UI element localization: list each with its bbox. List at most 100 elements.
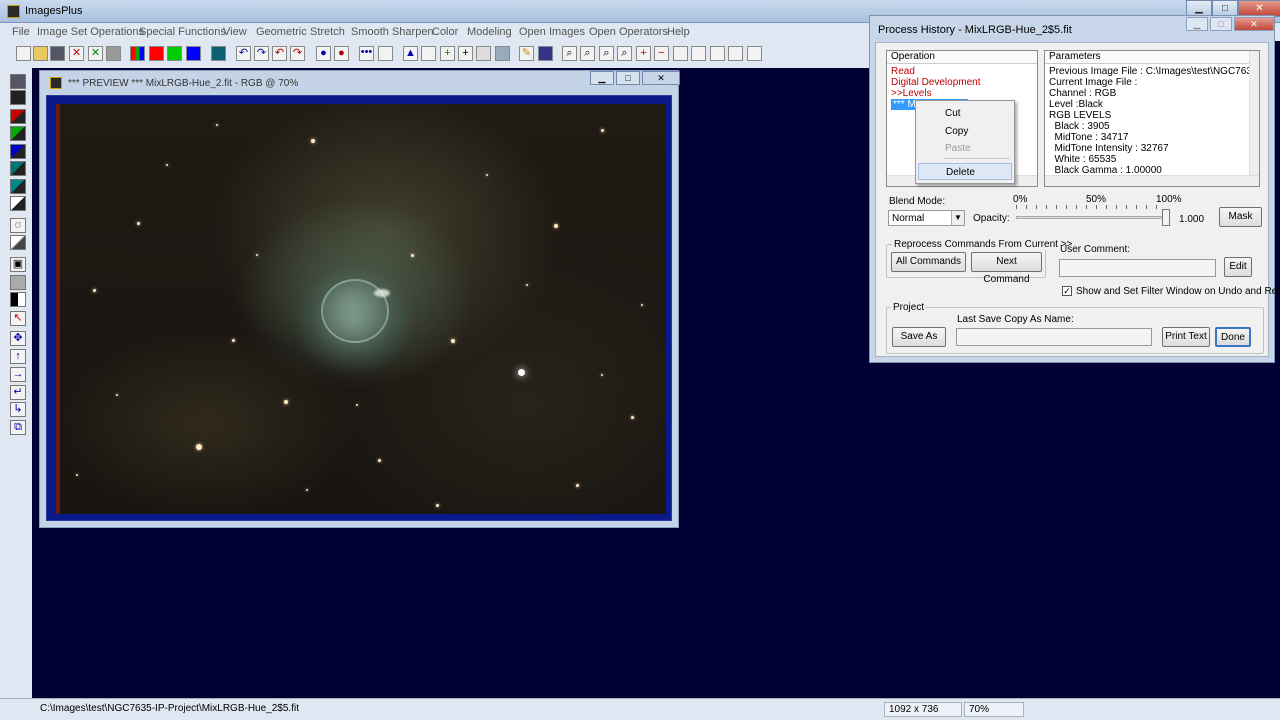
blend-mode-select[interactable]: Normal ▼ (888, 210, 965, 226)
teal-layer-icon[interactable] (10, 179, 26, 194)
done-button[interactable]: Done (1215, 327, 1251, 347)
dots-icon[interactable]: ••• (359, 46, 374, 61)
maximize-icon[interactable]: □ (616, 71, 640, 85)
operation-levels[interactable]: >>Levels (891, 88, 932, 99)
crosshair-icon[interactable]: + (458, 46, 473, 61)
star-mask-icon[interactable]: ● (316, 46, 331, 61)
cursor-icon[interactable]: ↖ (10, 311, 26, 326)
last-save-name-field[interactable] (956, 328, 1152, 346)
show-filter-checkbox[interactable]: ✓ (1062, 286, 1072, 296)
menu-stretch[interactable]: Stretch (310, 26, 345, 38)
cyan-layer-icon[interactable] (10, 161, 26, 176)
plus-icon[interactable]: + (440, 46, 455, 61)
menu-help[interactable]: Help (667, 26, 690, 38)
black-point-icon[interactable] (10, 90, 26, 105)
window-3-icon[interactable] (710, 46, 725, 61)
gradient-icon[interactable] (10, 235, 26, 250)
save-icon[interactable] (50, 46, 65, 61)
rgb-channels-icon[interactable] (130, 46, 145, 61)
contrast-icon[interactable] (10, 292, 26, 307)
minimize-icon[interactable]: ▁ (590, 71, 614, 85)
grid-icon[interactable] (476, 46, 491, 61)
table-icon[interactable] (538, 46, 553, 61)
pencil-icon[interactable]: ✎ (519, 46, 534, 61)
blue-channel-icon[interactable] (186, 46, 201, 61)
nebula-image[interactable] (56, 104, 666, 514)
mono-layer-icon[interactable] (10, 196, 26, 211)
histogram-icon[interactable] (211, 46, 226, 61)
menu-modeling[interactable]: Modeling (467, 26, 512, 38)
undo-icon[interactable]: ↶ (236, 46, 251, 61)
zoom-in-icon[interactable]: ⌕ (599, 46, 614, 61)
rotate-right-icon[interactable]: ↳ (10, 402, 26, 417)
close-icon[interactable]: ✕ (1234, 17, 1274, 31)
red-channel-icon[interactable] (149, 46, 164, 61)
close-image-icon[interactable]: ✕ (69, 46, 84, 61)
window-5-icon[interactable] (747, 46, 762, 61)
maximize-icon[interactable]: □ (1210, 17, 1232, 31)
star-reduction-icon[interactable]: ● (334, 46, 349, 61)
parameter-list[interactable]: Parameters Previous Image File : C:\Imag… (1044, 50, 1260, 187)
opacity-slider-track[interactable] (1016, 216, 1166, 219)
menu-special-functions[interactable]: Special Functions (139, 26, 226, 38)
tree-icon[interactable] (378, 46, 393, 61)
menu-view[interactable]: View (223, 26, 247, 38)
print-icon[interactable] (106, 46, 121, 61)
add-frame-icon[interactable]: + (636, 46, 651, 61)
right-arrow-icon[interactable]: → (10, 367, 26, 382)
undo-all-icon[interactable]: ↶ (272, 46, 287, 61)
preview-titlebar[interactable]: *** PREVIEW *** MixLRGB-Hue_2.fit - RGB … (46, 74, 666, 91)
red-layer-icon[interactable] (10, 109, 26, 124)
menu-smooth-sharpen[interactable]: Smooth Sharpen (351, 26, 434, 38)
save-icon[interactable] (10, 74, 26, 89)
chevron-down-icon[interactable]: ▼ (951, 211, 964, 225)
operation-header[interactable]: Operation (887, 51, 1037, 64)
close-all-icon[interactable]: ✕ (88, 46, 103, 61)
window-4-icon[interactable] (728, 46, 743, 61)
operation-digital-development[interactable]: Digital Development (891, 77, 981, 88)
opacity-slider-thumb[interactable] (1162, 209, 1170, 226)
print-text-button[interactable]: Print Text (1162, 327, 1210, 347)
redo-icon[interactable]: ↷ (254, 46, 269, 61)
green-channel-icon[interactable] (167, 46, 182, 61)
all-commands-button[interactable]: All Commands (891, 252, 966, 272)
context-menu-cut[interactable]: Cut (918, 105, 1012, 122)
close-icon[interactable]: ✕ (642, 71, 680, 85)
rotate-left-icon[interactable]: ↵ (10, 385, 26, 400)
next-command-button[interactable]: Next Command (971, 252, 1042, 285)
menu-open-images[interactable]: Open Images (519, 26, 585, 38)
curves-icon[interactable] (421, 46, 436, 61)
menu-color[interactable]: Color (432, 26, 458, 38)
context-menu-delete[interactable]: Delete (918, 163, 1012, 180)
zoom-out-icon[interactable]: ⌕ (580, 46, 595, 61)
operation-read[interactable]: Read (891, 66, 915, 77)
green-layer-icon[interactable] (10, 126, 26, 141)
select-icon[interactable]: ▣ (10, 257, 26, 272)
levels-icon[interactable]: ▲ (403, 46, 418, 61)
up-arrow-icon[interactable]: ↑ (10, 349, 26, 364)
edit-button[interactable]: Edit (1224, 257, 1252, 277)
chart-icon[interactable] (495, 46, 510, 61)
script-icon[interactable]: σ (10, 218, 26, 233)
mask-button[interactable]: Mask (1219, 207, 1262, 227)
new-file-icon[interactable] (16, 46, 31, 61)
move-icon[interactable]: ✥ (10, 331, 26, 346)
redo-all-icon[interactable]: ↷ (290, 46, 305, 61)
menu-open-operators[interactable]: Open Operators (589, 26, 668, 38)
parameter-hscrollbar[interactable] (1045, 175, 1259, 186)
window-1-icon[interactable] (673, 46, 688, 61)
remove-frame-icon[interactable]: − (654, 46, 669, 61)
zoom-fit-icon[interactable]: ⌕ (617, 46, 632, 61)
parameter-vscrollbar[interactable] (1249, 51, 1259, 186)
parameters-header[interactable]: Parameters (1045, 51, 1259, 64)
zoom-icon[interactable]: ⌕ (562, 46, 577, 61)
open-folder-icon[interactable] (33, 46, 48, 61)
menu-geometric[interactable]: Geometric (256, 26, 307, 38)
copy-icon[interactable]: ⧉ (10, 420, 26, 435)
align-icon[interactable] (10, 275, 26, 290)
context-menu-copy[interactable]: Copy (918, 123, 1012, 140)
user-comment-field[interactable] (1059, 259, 1216, 277)
minimize-icon[interactable]: ▁ (1186, 17, 1208, 31)
save-as-button[interactable]: Save As (892, 327, 946, 347)
blue-layer-icon[interactable] (10, 144, 26, 159)
